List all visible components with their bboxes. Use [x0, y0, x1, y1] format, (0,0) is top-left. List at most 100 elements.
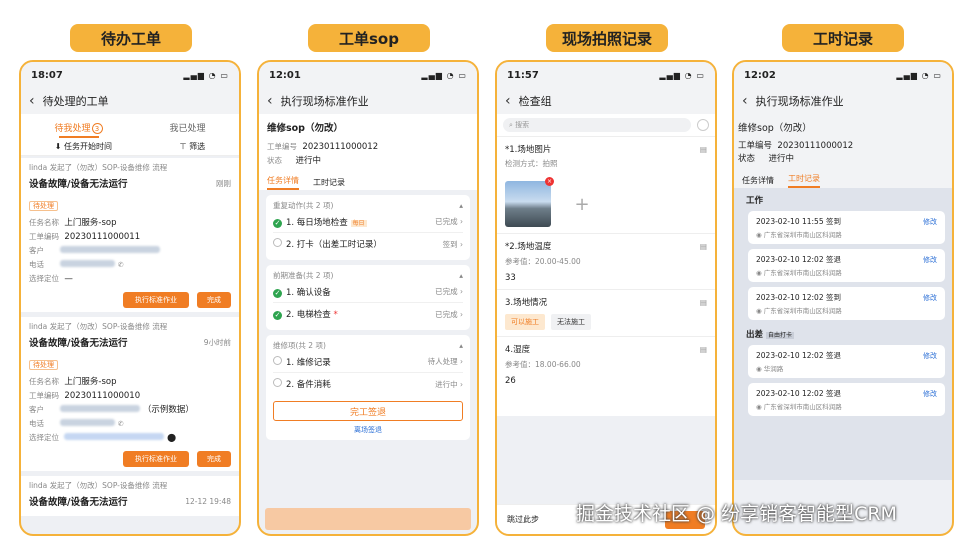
record-address: 广东省深圳市南山区科润路 [763, 307, 842, 315]
toggle-icon[interactable] [697, 119, 709, 131]
time-record-card[interactable]: 2023-02-10 11:55 签到 修改 ◉ 广东省深圳市南山区科润路 [748, 211, 945, 244]
order-number: 20230111000012 [777, 141, 854, 151]
order-meta: linda 发起了（勿改）SOP-设备维修 流程 [29, 163, 168, 172]
field-label: 选择定位 [29, 433, 59, 442]
finish-checkout-button[interactable]: 完工签退 [273, 401, 463, 421]
order-card[interactable]: linda 发起了（勿改）SOP-设备维修 流程 设备故障/设备无法运行 9小时前… [21, 317, 239, 471]
order-title: 设备故障/设备无法运行 [29, 497, 128, 508]
phone-pending-orders: 18:07 ▂▄▆ ◔ ▭ ‹ 待处理的工单 待我处理 3 我已处理 ⬇ 任务开始时间… [19, 60, 241, 536]
back-icon[interactable]: ‹ [505, 93, 511, 109]
note-icon[interactable]: ▤ [700, 298, 707, 307]
search-input[interactable]: ⌕ 搜索 [503, 118, 691, 132]
page-title: 执行现场标准作业 [755, 95, 844, 108]
record-address: 广东省深圳市南山区科润路 [763, 403, 842, 411]
back-icon[interactable]: ‹ [742, 93, 748, 109]
tab-time-records[interactable]: 工时记录 [788, 173, 820, 188]
execute-sop-button[interactable]: 执行标准作业 [123, 451, 189, 467]
record-time: 2023-02-10 12:02 签退 [756, 351, 841, 360]
status-bar: 12:01 ▂▄▆ ◔ ▭ [259, 62, 477, 88]
leave-checkout-link[interactable]: 离场签退 [273, 425, 463, 435]
site-photo-thumbnail[interactable]: × [505, 177, 554, 227]
note-icon[interactable]: ▤ [700, 145, 707, 154]
pending-circle-icon [273, 238, 282, 247]
label-pending-orders: 待办工单 [70, 24, 192, 52]
group-preparation: 前期准备(共 2 项) ▴ ✓ 1. 确认设备 已完成 › ✓ 2. 电梯检查 * 已完成… [266, 265, 470, 330]
signal-wifi-battery-icon: ▂▄▆ ◔ ▭ [421, 70, 467, 80]
collapse-icon[interactable]: ▴ [459, 341, 463, 350]
sort-start-time[interactable]: ⬇ 任务开始时间 [55, 141, 112, 152]
note-icon[interactable]: ▤ [700, 345, 707, 354]
task-name: 上门服务-sop [64, 218, 117, 228]
reference-range: 参考值：20.00-45.00 [505, 257, 581, 266]
edit-link[interactable]: 修改 [923, 351, 937, 361]
order-title: 设备故障/设备无法运行 [29, 338, 128, 349]
phone-icon[interactable]: ✆ [118, 261, 124, 269]
option-cannot-construct[interactable]: 无法施工 [551, 314, 591, 330]
field-label: 工单编号 [267, 142, 297, 151]
search-icon: ⌕ [509, 120, 513, 129]
status-bar: 18:07 ▂▄▆ ◔ ▭ [21, 62, 239, 88]
check-icon: ✓ [273, 311, 282, 320]
bottom-action-button[interactable] [265, 508, 471, 530]
time-record-card[interactable]: 2023-02-10 12:02 签到 修改 ◉ 广东省深圳市南山区科润路 [748, 287, 945, 320]
tab-task-details[interactable]: 任务详情 [742, 175, 774, 186]
task-label: 2. 电梯检查 [286, 310, 331, 320]
question-site-photo: *1.场地图片 ▤ 检测方式：拍照 × + [497, 136, 715, 233]
add-photo-icon[interactable]: + [559, 181, 605, 227]
edit-link[interactable]: 修改 [923, 293, 937, 303]
collapse-icon[interactable]: ▴ [459, 271, 463, 280]
status-bar: 11:57 ▂▄▆ ◔ ▭ [497, 62, 715, 88]
task-item[interactable]: 1. 维修记录 待人处理 › [273, 351, 463, 373]
order-meta: linda 发起了（勿改）SOP-设备维修 流程 [29, 322, 168, 331]
order-card[interactable]: linda 发起了（勿改）SOP-设备维修 流程 设备故障/设备无法运行 刚刚 待… [21, 158, 239, 312]
temperature-value[interactable]: 33 [505, 273, 707, 283]
skip-step-button[interactable]: 跳过此步 [507, 514, 539, 525]
complete-button[interactable]: 完成 [197, 451, 231, 467]
question-title: 3.场地情况 [505, 298, 548, 308]
tab-processed[interactable]: 我已处理 [169, 121, 205, 134]
section-travel-label: 出差 [746, 330, 764, 340]
order-time: 9小时前 [203, 337, 231, 347]
page-title: 检查组 [518, 95, 552, 108]
task-item[interactable]: ✓ 2. 电梯检查 * 已完成 › [273, 303, 463, 325]
sop-name: 维修sop（勿改） [738, 123, 812, 134]
field-label: 电话 [29, 419, 44, 428]
note-icon[interactable]: ▤ [700, 242, 707, 251]
question-site-condition: 3.场地情况 ▤ 可以施工 无法施工 [497, 289, 715, 336]
edit-link[interactable]: 修改 [923, 217, 937, 227]
map-pin-icon[interactable]: ⬤ [167, 433, 176, 442]
time-record-card[interactable]: 2023-02-10 12:02 签退 修改 ◉ 华润路 [748, 345, 945, 378]
task-item[interactable]: ✓ 1. 每日场地检查 每日 已完成 › [273, 211, 463, 233]
edit-link[interactable]: 修改 [923, 255, 937, 265]
record-address: 广东省深圳市南山区科润路 [763, 231, 842, 239]
time-record-card[interactable]: 2023-02-10 12:02 签退 修改 ◉ 广东省深圳市南山区科润路 [748, 383, 945, 416]
task-status: 待人处理 [427, 357, 458, 366]
time-record-card[interactable]: 2023-02-10 12:02 签退 修改 ◉ 广东省深圳市南山区科润路 [748, 249, 945, 282]
back-icon[interactable]: ‹ [29, 93, 35, 109]
filter-label: 筛选 [189, 142, 206, 151]
humidity-value[interactable]: 26 [505, 376, 707, 386]
collapse-icon[interactable]: ▴ [459, 201, 463, 210]
task-item[interactable]: 2. 备件消耗 进行中 › [273, 373, 463, 395]
execute-sop-button[interactable]: 执行标准作业 [123, 292, 189, 308]
question-title: *1.场地图片 [505, 145, 552, 155]
status-badge: 待处理 [29, 201, 58, 211]
question-temperature: *2.场地温度 ▤ 参考值：20.00-45.00 33 [497, 233, 715, 289]
tab-time-records[interactable]: 工时记录 [313, 177, 345, 188]
phone-icon[interactable]: ✆ [118, 420, 124, 428]
delete-photo-icon[interactable]: × [545, 177, 554, 186]
task-item[interactable]: 2. 打卡（出差工时记录） 签到 › [273, 233, 463, 255]
customer-blurred [60, 405, 141, 412]
question-title: *2.场地温度 [505, 242, 552, 252]
order-card[interactable]: linda 发起了（勿改）SOP-设备维修 流程 设备故障/设备无法运行 12-1… [21, 476, 239, 516]
task-item[interactable]: ✓ 1. 确认设备 已完成 › [273, 281, 463, 303]
filter-button[interactable]: ⊤ 筛选 [180, 141, 206, 152]
tab-pending[interactable]: 待我处理 3 [54, 121, 103, 134]
task-status: 签到 [442, 239, 458, 249]
edit-link[interactable]: 修改 [923, 389, 937, 399]
back-icon[interactable]: ‹ [267, 93, 273, 109]
task-tag: 每日 [350, 219, 367, 227]
complete-button[interactable]: 完成 [197, 292, 231, 308]
tab-task-details[interactable]: 任务详情 [267, 175, 299, 190]
option-can-construct[interactable]: 可以施工 [505, 314, 545, 330]
